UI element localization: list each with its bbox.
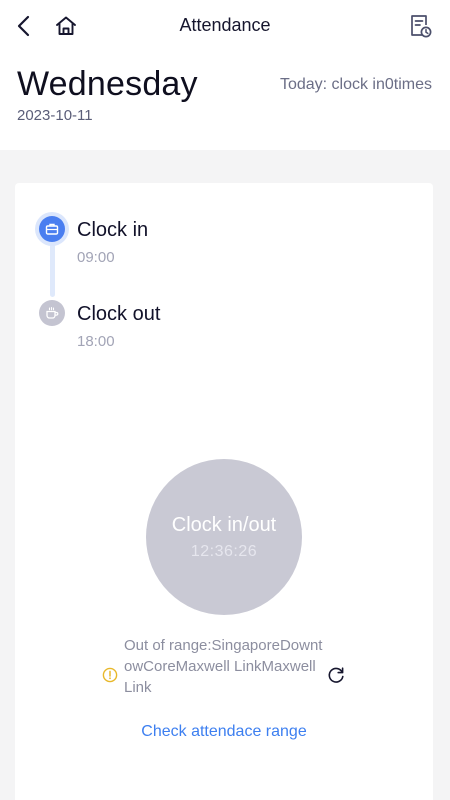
warning-circle-icon xyxy=(102,667,118,683)
timeline-connector xyxy=(50,237,55,297)
briefcase-icon xyxy=(45,223,59,235)
clock-in-out-button[interactable]: Clock in/out 12:36:26 xyxy=(146,459,302,615)
clock-in-time: 09:00 xyxy=(77,249,115,266)
document-clock-icon xyxy=(411,15,432,38)
day-info: Wednesday 2023-10-11 Today: clock in0tim… xyxy=(0,52,450,150)
clock-button-label: Clock in/out xyxy=(171,513,277,536)
attendance-card: Clock in 09:00 Clock out 18:00 Clock in/… xyxy=(15,183,433,800)
weekday-label: Wednesday xyxy=(17,65,198,103)
date-label: 2023-10-11 xyxy=(17,107,93,124)
check-range-link[interactable]: Check attendace range xyxy=(15,723,433,741)
clock-in-marker xyxy=(39,216,65,242)
page-title: Attendance xyxy=(179,15,271,35)
clock-out-time: 18:00 xyxy=(77,333,115,350)
today-clock-count: Today: clock in0times xyxy=(279,76,432,93)
refresh-icon[interactable] xyxy=(326,665,346,685)
clock-out-marker xyxy=(39,300,65,326)
attendance-history-button[interactable] xyxy=(404,10,436,42)
clock-in-label: Clock in xyxy=(77,219,149,241)
current-time: 12:36:26 xyxy=(190,542,258,560)
top-bar: Attendance xyxy=(0,0,450,52)
coffee-cup-icon xyxy=(46,307,59,319)
location-status: Out of range:SingaporeDowntowCoreMaxwell… xyxy=(124,637,323,696)
clock-out-label: Clock out xyxy=(77,303,161,325)
